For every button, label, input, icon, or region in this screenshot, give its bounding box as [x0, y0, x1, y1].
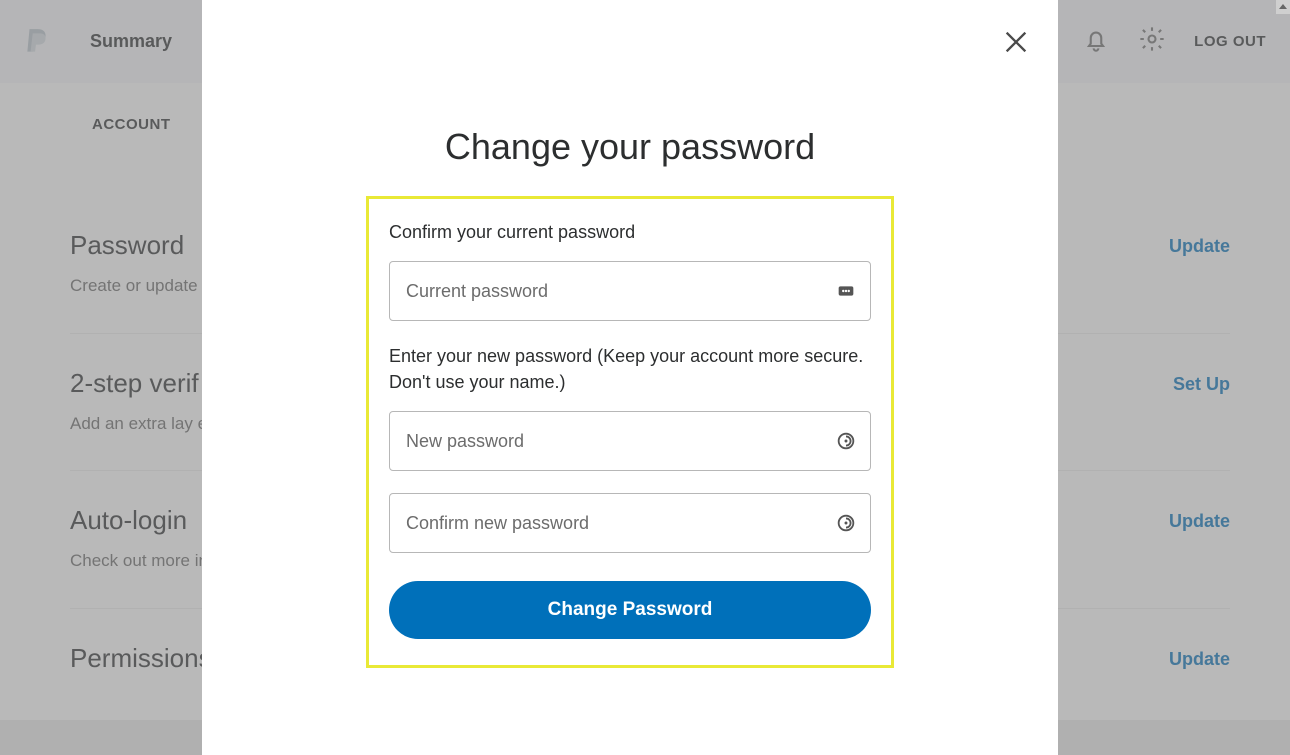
- password-suggest-icon[interactable]: [835, 512, 857, 534]
- enter-new-label: Enter your new password (Keep your accou…: [389, 343, 871, 395]
- password-manager-icon[interactable]: [835, 280, 857, 302]
- current-password-field: [389, 261, 871, 321]
- new-password-input[interactable]: [389, 411, 871, 471]
- confirm-new-password-field: [389, 493, 871, 553]
- new-password-field: [389, 411, 871, 471]
- modal-title: Change your password: [445, 126, 815, 168]
- password-form-highlight: Confirm your current password Enter your…: [366, 196, 894, 668]
- change-password-button[interactable]: Change Password: [389, 581, 871, 639]
- current-password-input[interactable]: [389, 261, 871, 321]
- scrollbar-up-arrow[interactable]: [1276, 0, 1290, 14]
- confirm-current-label: Confirm your current password: [389, 219, 871, 245]
- confirm-new-password-input[interactable]: [389, 493, 871, 553]
- change-password-modal: Change your password Confirm your curren…: [202, 0, 1058, 755]
- close-icon[interactable]: [1002, 28, 1030, 56]
- password-suggest-icon[interactable]: [835, 430, 857, 452]
